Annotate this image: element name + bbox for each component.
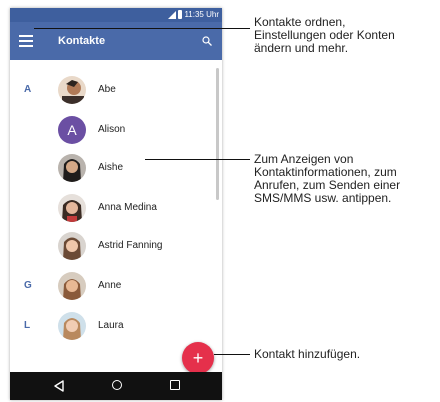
avatar <box>58 194 86 222</box>
contact-row-anne[interactable]: G Anne <box>10 268 222 304</box>
menu-icon[interactable] <box>19 35 33 47</box>
navigation-bar <box>10 372 222 400</box>
avatar <box>58 76 86 104</box>
scrollbar[interactable] <box>216 68 219 200</box>
add-contact-button[interactable]: + <box>182 342 214 374</box>
section-letter: G <box>24 280 32 291</box>
avatar <box>58 154 86 182</box>
avatar-initial: A <box>58 116 86 144</box>
avatar <box>58 312 86 340</box>
contact-name: Anna Medina <box>98 202 157 213</box>
status-bar: 11:35 Uhr <box>10 8 222 22</box>
contact-row-aishe[interactable]: Aishe <box>10 150 222 186</box>
home-icon[interactable] <box>112 380 122 390</box>
contact-row-abe[interactable]: A Abe <box>10 72 222 108</box>
contact-name: Anne <box>98 280 122 291</box>
callout-text: SMS/MMS usw. antippen. <box>254 191 392 205</box>
callout-contact: Zum Anzeigen von Kontaktinformationen, z… <box>254 153 400 205</box>
recent-apps-icon[interactable] <box>170 380 180 390</box>
avatar <box>58 272 86 300</box>
contact-name: Astrid Fanning <box>98 240 163 251</box>
search-icon[interactable] <box>202 36 212 46</box>
add-icon: + <box>192 348 204 368</box>
callout-line-contact <box>145 159 250 160</box>
battery-icon <box>178 10 182 19</box>
signal-icon <box>168 11 176 19</box>
contact-row-alison[interactable]: A Alison <box>10 112 222 148</box>
contact-name: Laura <box>98 320 124 331</box>
back-icon[interactable] <box>54 380 64 392</box>
section-letter: L <box>24 320 31 331</box>
contact-row-anna-medina[interactable]: Anna Medina <box>10 190 222 226</box>
contact-name: Abe <box>98 84 116 95</box>
section-letter: A <box>24 84 32 95</box>
callout-line-add <box>214 354 250 355</box>
contact-row-astrid-fanning[interactable]: Astrid Fanning <box>10 228 222 264</box>
callout-menu: Kontakte ordnen, Einstellungen oder Kont… <box>254 16 395 55</box>
status-time: 11:35 Uhr <box>184 10 219 19</box>
app-title: Kontakte <box>58 35 106 47</box>
contact-name: Alison <box>98 124 126 135</box>
callout-text: Kontakt hinzufügen. <box>254 347 361 361</box>
callout-line-menu <box>34 28 250 29</box>
contact-list: A Abe A Alison Aishe Anna Medina Astrid … <box>10 60 222 372</box>
contact-row-laura[interactable]: L Laura <box>10 308 222 344</box>
phone-screen: 11:35 Uhr Kontakte A Abe A Alison Aishe … <box>10 8 222 400</box>
callout-add: Kontakt hinzufügen. <box>254 348 360 361</box>
callout-text: ändern und mehr. <box>254 41 349 55</box>
avatar <box>58 232 86 260</box>
contact-name: Aishe <box>98 162 124 173</box>
